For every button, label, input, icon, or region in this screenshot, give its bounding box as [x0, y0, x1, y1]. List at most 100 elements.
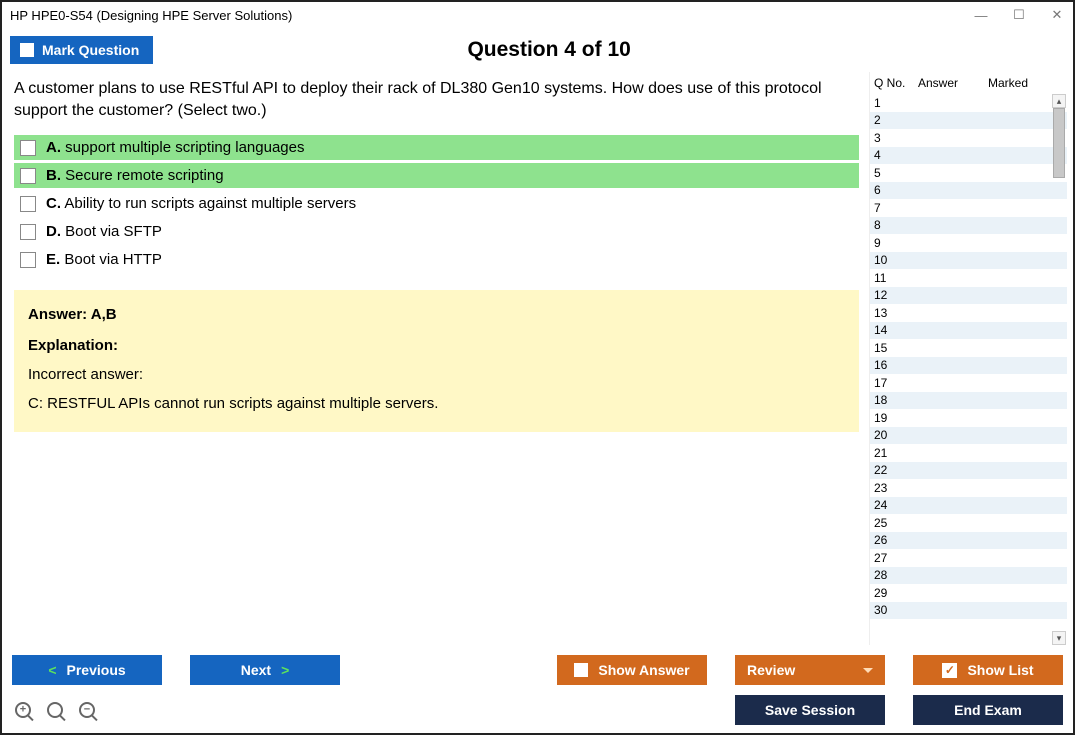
question-list-row[interactable]: 17 — [870, 374, 1067, 392]
option-row[interactable]: A. support multiple scripting languages — [14, 135, 859, 160]
scrollbar-thumb[interactable] — [1053, 108, 1065, 178]
col-marked: Marked — [988, 76, 1063, 90]
question-list-row[interactable]: 12 — [870, 287, 1067, 305]
review-label: Review — [747, 662, 795, 678]
review-button[interactable]: Review — [735, 655, 885, 685]
question-number: 30 — [874, 603, 898, 617]
footer: < Previous Next > Show Answer Review ✓ S… — [2, 645, 1073, 733]
question-list-row[interactable]: 2 — [870, 112, 1067, 130]
question-list-row[interactable]: 23 — [870, 479, 1067, 497]
question-list-row[interactable]: 9 — [870, 234, 1067, 252]
option-letter: E. — [46, 251, 60, 268]
question-number: 7 — [874, 201, 898, 215]
option-row[interactable]: B. Secure remote scripting — [14, 163, 859, 188]
minimize-icon[interactable]: — — [973, 8, 989, 23]
question-list-row[interactable]: 28 — [870, 567, 1067, 585]
window-title: HP HPE0-S54 (Designing HPE Server Soluti… — [10, 8, 292, 23]
question-number: 5 — [874, 166, 898, 180]
titlebar: HP HPE0-S54 (Designing HPE Server Soluti… — [2, 2, 1073, 28]
question-number: 24 — [874, 498, 898, 512]
zoom-controls: + − — [12, 699, 98, 721]
explanation-label: Explanation: — [28, 337, 845, 354]
show-list-button[interactable]: ✓ Show List — [913, 655, 1063, 685]
question-list-row[interactable]: 10 — [870, 252, 1067, 270]
question-number: 22 — [874, 463, 898, 477]
show-answer-button[interactable]: Show Answer — [557, 655, 707, 685]
question-list-row[interactable]: 8 — [870, 217, 1067, 235]
question-number: 2 — [874, 113, 898, 127]
zoom-out-icon[interactable]: − — [76, 699, 98, 721]
mark-question-button[interactable]: Mark Question — [10, 36, 153, 64]
question-sidebar: Q No. Answer Marked 12345678910111213141… — [869, 72, 1067, 645]
question-list-row[interactable]: 15 — [870, 339, 1067, 357]
option-row[interactable]: C. Ability to run scripts against multip… — [14, 191, 859, 216]
question-list-row[interactable]: 21 — [870, 444, 1067, 462]
save-session-button[interactable]: Save Session — [735, 695, 885, 725]
option-text: Boot via SFTP — [65, 223, 162, 240]
question-list-row[interactable]: 5 — [870, 164, 1067, 182]
question-list-row[interactable]: 29 — [870, 584, 1067, 602]
close-icon[interactable]: ✕ — [1049, 7, 1065, 23]
next-button[interactable]: Next > — [190, 655, 340, 685]
question-list-row[interactable]: 24 — [870, 497, 1067, 515]
question-list-row[interactable]: 27 — [870, 549, 1067, 567]
mark-label: Mark Question — [42, 42, 139, 58]
question-list-row[interactable]: 19 — [870, 409, 1067, 427]
question-list-wrap: 1234567891011121314151617181920212223242… — [870, 94, 1067, 645]
question-list-row[interactable]: 26 — [870, 532, 1067, 550]
checkbox-icon[interactable] — [20, 224, 36, 240]
question-number: 10 — [874, 253, 898, 267]
question-number: 1 — [874, 96, 898, 110]
scroll-up-icon[interactable]: ▴ — [1052, 94, 1066, 108]
option-letter: D. — [46, 223, 61, 240]
previous-label: Previous — [67, 662, 126, 678]
option-text: Boot via HTTP — [64, 251, 162, 268]
question-list-row[interactable]: 18 — [870, 392, 1067, 410]
question-list: 1234567891011121314151617181920212223242… — [870, 94, 1067, 645]
question-list-row[interactable]: 13 — [870, 304, 1067, 322]
chevron-down-icon — [863, 668, 873, 673]
question-number: 15 — [874, 341, 898, 355]
zoom-in-icon[interactable]: + — [12, 699, 34, 721]
checkbox-icon[interactable] — [20, 168, 36, 184]
previous-button[interactable]: < Previous — [12, 655, 162, 685]
question-number: 19 — [874, 411, 898, 425]
question-list-row[interactable]: 25 — [870, 514, 1067, 532]
question-list-row[interactable]: 30 — [870, 602, 1067, 620]
explanation-text-1: Incorrect answer: — [28, 366, 845, 383]
question-number: 23 — [874, 481, 898, 495]
question-number: 20 — [874, 428, 898, 442]
end-exam-button[interactable]: End Exam — [913, 695, 1063, 725]
body: A customer plans to use RESTful API to d… — [2, 72, 1073, 645]
answer-panel: Answer: A,B Explanation: Incorrect answe… — [14, 290, 859, 432]
question-list-row[interactable]: 14 — [870, 322, 1067, 340]
option-row[interactable]: D. Boot via SFTP — [14, 219, 859, 244]
question-number: 8 — [874, 218, 898, 232]
checkbox-icon[interactable] — [20, 196, 36, 212]
question-list-row[interactable]: 20 — [870, 427, 1067, 445]
zoom-reset-icon[interactable] — [44, 699, 66, 721]
question-list-row[interactable]: 11 — [870, 269, 1067, 287]
question-list-row[interactable]: 16 — [870, 357, 1067, 375]
question-number: 25 — [874, 516, 898, 530]
scroll-down-icon[interactable]: ▾ — [1052, 631, 1066, 645]
question-number: 11 — [874, 271, 898, 285]
question-list-row[interactable]: 7 — [870, 199, 1067, 217]
question-list-row[interactable]: 4 — [870, 147, 1067, 165]
show-list-label: Show List — [967, 662, 1033, 678]
maximize-icon[interactable]: ☐ — [1011, 7, 1027, 23]
scrollbar-track[interactable] — [1052, 108, 1066, 631]
question-list-row[interactable]: 6 — [870, 182, 1067, 200]
save-session-label: Save Session — [765, 702, 855, 718]
checkbox-icon — [20, 43, 34, 57]
question-list-row[interactable]: 1 — [870, 94, 1067, 112]
question-list-row[interactable]: 22 — [870, 462, 1067, 480]
end-exam-label: End Exam — [954, 702, 1022, 718]
question-number: 16 — [874, 358, 898, 372]
checkbox-icon[interactable] — [20, 252, 36, 268]
checkbox-icon[interactable] — [20, 140, 36, 156]
option-row[interactable]: E. Boot via HTTP — [14, 247, 859, 272]
question-counter: Question 4 of 10 — [153, 38, 945, 62]
question-list-row[interactable]: 3 — [870, 129, 1067, 147]
question-number: 17 — [874, 376, 898, 390]
